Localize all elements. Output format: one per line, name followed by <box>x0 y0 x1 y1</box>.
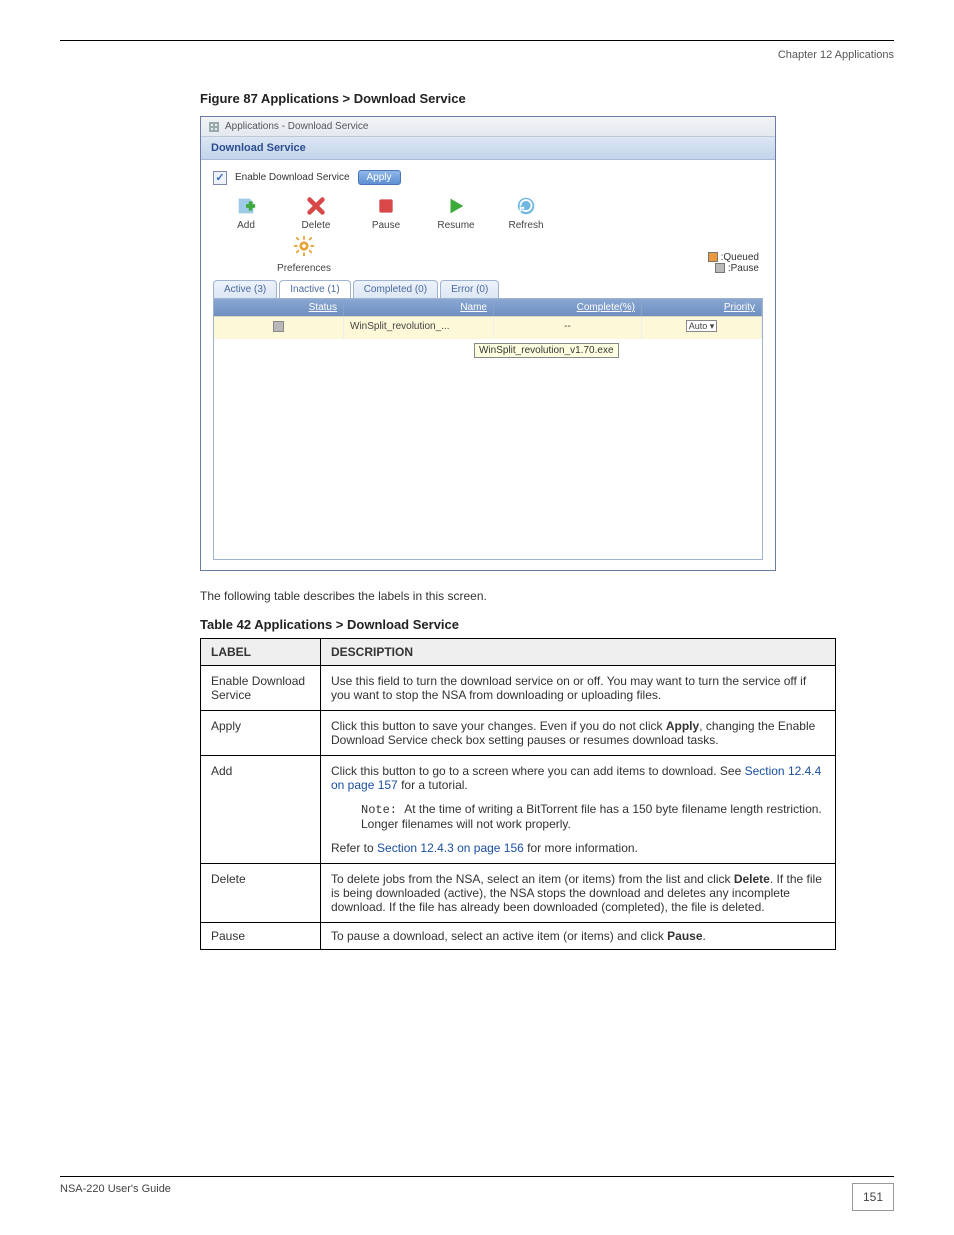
download-grid: Status Name Complete(%) Priority WinSpli… <box>213 298 763 560</box>
enable-label: Enable Download Service <box>235 172 350 183</box>
refresh-button[interactable]: Refresh <box>503 195 549 231</box>
status-pause-icon <box>273 321 284 332</box>
resume-button[interactable]: Resume <box>433 195 479 231</box>
window-grip-icon <box>209 122 219 132</box>
table-row[interactable]: WinSplit_revolution_... -- Auto ▾ <box>214 316 762 339</box>
status-legend: :Queued :Pause <box>708 252 759 274</box>
resume-icon <box>445 195 467 217</box>
legend-queued: :Queued <box>721 252 759 263</box>
tab-active[interactable]: Active (3) <box>213 280 277 298</box>
queued-swatch-icon <box>708 252 718 262</box>
screenshot-panel: Applications - Download Service Download… <box>200 116 776 571</box>
row-name: WinSplit_revolution_... <box>344 317 494 339</box>
row-pause-label: Pause <box>201 923 321 950</box>
description-table: LABEL DESCRIPTION Enable Download Servic… <box>200 638 836 950</box>
table-caption: Table 42 Applications > Download Service <box>200 617 894 632</box>
refresh-icon <box>515 195 537 217</box>
window-titlebar: Applications - Download Service <box>201 117 775 137</box>
row-delete-label: Delete <box>201 864 321 923</box>
row-complete: -- <box>494 317 642 339</box>
delete-icon <box>305 195 327 217</box>
row-add-label: Add <box>201 756 321 864</box>
tab-completed[interactable]: Completed (0) <box>353 280 438 298</box>
chapter-header: Chapter 12 Applications <box>60 49 894 61</box>
refresh-label: Refresh <box>508 220 543 231</box>
tab-error[interactable]: Error (0) <box>440 280 499 298</box>
gear-icon <box>293 235 315 260</box>
add-icon <box>235 195 257 217</box>
resume-label: Resume <box>437 220 474 231</box>
row-add-desc: Click this button to go to a screen wher… <box>321 756 836 864</box>
row-apply-desc: Click this button to save your changes. … <box>321 711 836 756</box>
apply-button[interactable]: Apply <box>358 170 401 185</box>
row-pause-desc: To pause a download, select an active it… <box>321 923 836 950</box>
toolbar: Add Delete Pause Resume <box>223 195 763 231</box>
row-apply-label: Apply <box>201 711 321 756</box>
pause-button[interactable]: Pause <box>363 195 409 231</box>
row-enable-label: Enable Download Service <box>201 666 321 711</box>
add-label: Add <box>237 220 255 231</box>
figure-caption: Figure 87 Applications > Download Servic… <box>200 91 894 106</box>
page-number: 151 <box>852 1183 894 1211</box>
col-name[interactable]: Name <box>344 299 494 316</box>
pause-icon <box>375 195 397 217</box>
col-complete[interactable]: Complete(%) <box>494 299 642 316</box>
footer-guide: NSA-220 User's Guide <box>60 1183 171 1195</box>
th-label: LABEL <box>201 639 321 666</box>
col-status[interactable]: Status <box>214 299 344 316</box>
section-header: Download Service <box>201 137 775 160</box>
th-desc: DESCRIPTION <box>321 639 836 666</box>
pause-swatch-icon <box>715 263 725 273</box>
delete-button[interactable]: Delete <box>293 195 339 231</box>
col-priority[interactable]: Priority <box>642 299 762 316</box>
tabbar: Active (3) Inactive (1) Completed (0) Er… <box>213 280 763 298</box>
pause-label: Pause <box>372 220 400 231</box>
row-delete-desc: To delete jobs from the NSA, select an i… <box>321 864 836 923</box>
add-button[interactable]: Add <box>223 195 269 231</box>
delete-label: Delete <box>302 220 331 231</box>
preferences-label: Preferences <box>277 263 331 274</box>
enable-checkbox[interactable]: ✓ <box>213 171 227 185</box>
row-enable-desc: Use this field to turn the download serv… <box>321 666 836 711</box>
legend-pause: :Pause <box>728 263 759 274</box>
page-footer: NSA-220 User's Guide 151 <box>60 1176 894 1211</box>
tab-inactive[interactable]: Inactive (1) <box>279 280 350 298</box>
table-intro: The following table describes the labels… <box>200 589 894 603</box>
filename-tooltip: WinSplit_revolution_v1.70.exe <box>474 343 619 358</box>
preferences-button[interactable]: Preferences <box>281 235 327 274</box>
window-title: Applications - Download Service <box>225 121 368 132</box>
priority-select[interactable]: Auto ▾ <box>686 320 718 332</box>
